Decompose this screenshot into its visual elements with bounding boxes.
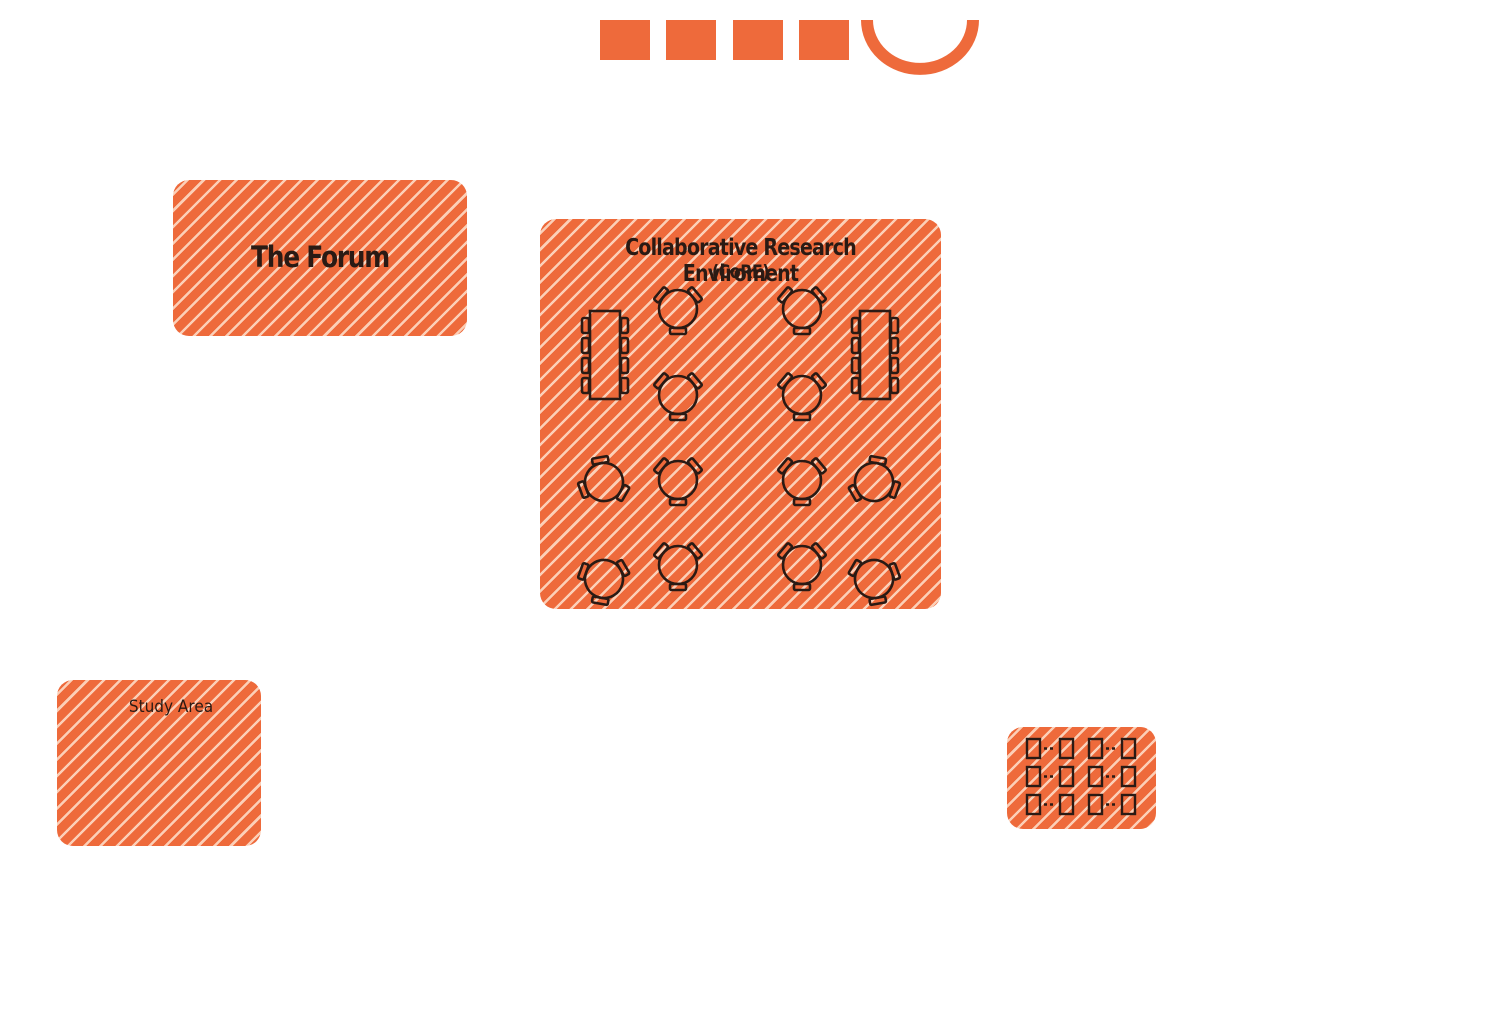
room-label-study: Study Area bbox=[128, 697, 214, 717]
round-table-7 bbox=[776, 457, 828, 507]
round-table-12 bbox=[847, 558, 902, 607]
pods-furniture-layer bbox=[1025, 737, 1137, 816]
round-table-10 bbox=[652, 542, 704, 592]
desk-pair-5 bbox=[1025, 793, 1075, 816]
long-table-right bbox=[850, 309, 900, 401]
room-study-pods[interactable] bbox=[1007, 727, 1156, 829]
top-square-4 bbox=[799, 20, 849, 60]
desk-pair-1 bbox=[1025, 737, 1075, 760]
top-square-2 bbox=[666, 20, 716, 60]
desk-pair-6 bbox=[1087, 793, 1137, 816]
round-table-11 bbox=[776, 542, 828, 592]
round-table-8 bbox=[847, 454, 902, 503]
top-decoration bbox=[600, 19, 979, 75]
desk-pair-4 bbox=[1087, 765, 1137, 788]
core-furniture-layer bbox=[576, 286, 902, 607]
round-table-5 bbox=[576, 454, 631, 503]
room-study-area[interactable]: Study Area bbox=[57, 680, 261, 846]
round-table-1 bbox=[652, 286, 704, 336]
room-core[interactable]: Collaborative Research Enviroment (CoRE) bbox=[540, 219, 941, 609]
round-table-4 bbox=[776, 372, 828, 422]
room-label-forum: The Forum bbox=[251, 240, 390, 274]
round-table-2 bbox=[776, 286, 828, 336]
round-table-6 bbox=[652, 457, 704, 507]
round-table-9 bbox=[576, 558, 631, 607]
desk-pair-2 bbox=[1087, 737, 1137, 760]
desk-pair-3 bbox=[1025, 765, 1075, 788]
top-square-3 bbox=[733, 20, 783, 60]
top-square-1 bbox=[600, 20, 650, 60]
long-table-left bbox=[580, 309, 630, 401]
room-the-forum[interactable]: The Forum bbox=[173, 180, 467, 336]
round-table-3 bbox=[652, 372, 704, 422]
top-arc bbox=[861, 19, 979, 75]
